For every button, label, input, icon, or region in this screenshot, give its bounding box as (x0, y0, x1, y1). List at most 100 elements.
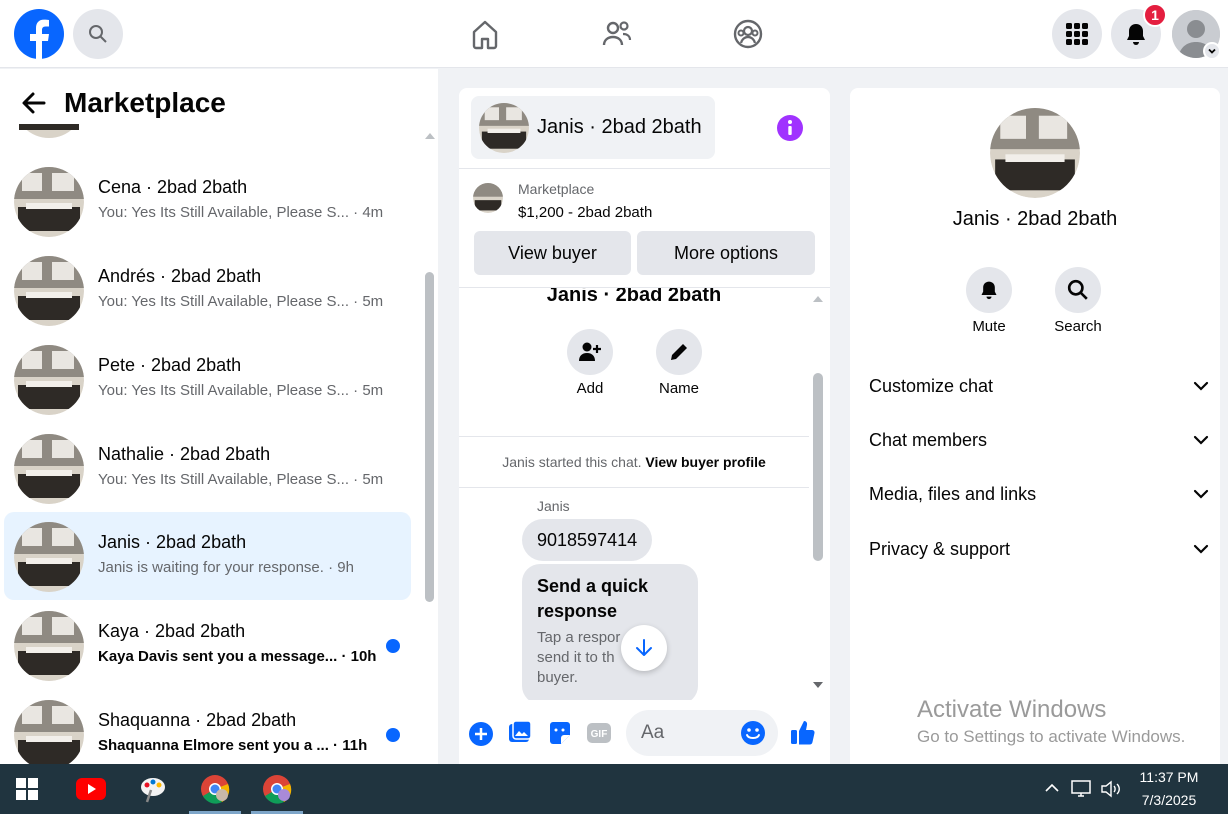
svg-text:GIF: GIF (591, 729, 608, 740)
conversation-preview: Janis is waiting for your response. · 9h (98, 559, 354, 576)
conversation-avatar (14, 434, 84, 504)
section-label: Privacy & support (869, 538, 1011, 559)
plus-circle-icon[interactable] (468, 721, 494, 747)
conversation-item[interactable]: Cena · 2bad 2bath You: Yes Its Still Avai… (4, 157, 411, 245)
search-button[interactable] (73, 9, 123, 59)
conversation-details-panel: Janis · 2bad 2bath Mute Search Customize… (850, 88, 1220, 764)
facebook-logo-icon[interactable] (14, 9, 64, 59)
taskbar-time[interactable]: 11:37 PM (1138, 769, 1200, 785)
quick-response-title: Send a quick response (537, 576, 649, 621)
quick-response-body: Tap a respor send it to th buyer. (537, 629, 621, 686)
notification-badge: 1 (1143, 3, 1167, 27)
details-section-row[interactable]: Chat members (869, 425, 1209, 455)
emoji-icon[interactable] (740, 720, 766, 746)
chevron-up-icon[interactable] (1044, 782, 1060, 794)
conversation-avatar (14, 700, 84, 764)
sticker-icon[interactable] (547, 720, 573, 746)
message-bubble[interactable]: 9018597414 (522, 519, 653, 561)
network-icon[interactable] (1071, 779, 1093, 799)
quick-response-card[interactable]: Send a quick response Tap a respor send … (522, 564, 698, 700)
friends-nav-button[interactable] (599, 16, 635, 52)
info-icon[interactable] (777, 115, 803, 141)
chrome-taskbar-app-1[interactable] (199, 773, 231, 805)
conversation-item[interactable]: Janis · 2bad 2bath Janis is waiting for y… (4, 512, 411, 600)
chat-scroll-down-icon[interactable] (812, 680, 824, 690)
start-button[interactable] (11, 773, 43, 805)
paint-app-icon (141, 778, 165, 803)
conversation-name: Nathalie · 2bad 2bath (98, 444, 271, 464)
more-options-button[interactable]: More options (637, 231, 815, 275)
account-menu-chevron[interactable] (1203, 42, 1221, 60)
gif-icon[interactable]: GIF (586, 721, 612, 745)
chat-started-notice: Janis started this chat. View buyer prof… (459, 454, 809, 470)
view-buyer-profile-link[interactable]: View buyer profile (645, 454, 765, 470)
friends-icon (602, 21, 632, 46)
name-chat-button[interactable] (656, 329, 702, 375)
bell-icon (981, 281, 997, 300)
conversation-item[interactable]: Pete · 2bad 2bath You: Yes Its Still Avai… (4, 335, 411, 423)
chat-started-text: Janis started this chat. (502, 454, 642, 470)
conversation-preview: Shaquanna Elmore sent you a ... · 11h (98, 737, 368, 754)
chevron-down-icon (1193, 435, 1209, 445)
windows-logo-icon (16, 778, 38, 800)
unread-indicator (386, 728, 400, 742)
chevron-down-icon (1193, 489, 1209, 499)
divider (459, 436, 809, 437)
details-section-row[interactable]: Privacy & support (869, 534, 1209, 564)
chat-group-name: Janis · 2bad 2bath (546, 288, 722, 306)
profile-name: Janis · 2bad 2bath (952, 208, 1118, 230)
chat-header-button[interactable]: Janis · 2bad 2bath (471, 96, 715, 159)
groups-nav-button[interactable] (730, 16, 766, 52)
search-icon (89, 25, 107, 43)
photo-icon[interactable] (507, 720, 533, 746)
chevron-down-icon (1208, 48, 1216, 54)
chat-message-area: Janis · 2bad 2bath Add Name Janis starte… (459, 288, 830, 700)
conversation-name: Andrés · 2bad 2bath (98, 266, 262, 286)
grid-menu-icon (1066, 23, 1088, 45)
taskbar-date[interactable]: 7/3/2025 (1138, 792, 1200, 808)
chevron-down-icon (1193, 544, 1209, 554)
scroll-to-bottom-button[interactable] (621, 625, 667, 671)
conversation-item[interactable]: Shaquanna · 2bad 2bath Shaquanna Elmore s… (4, 690, 411, 764)
conversation-name: Shaquanna · 2bad 2bath (98, 710, 297, 730)
section-label: Chat members (869, 429, 988, 450)
scroll-up-arrow-icon[interactable] (424, 131, 436, 141)
activation-watermark-title: Activate Windows (917, 696, 1107, 723)
conversation-item[interactable]: Kaya · 2bad 2bath Kaya Davis sent you a m… (4, 601, 411, 689)
thumbs-up-icon[interactable] (789, 718, 817, 746)
menu-button[interactable] (1052, 9, 1102, 59)
search-conversation-button[interactable] (1055, 267, 1101, 313)
conversation-preview: You: Yes Its Still Available, Please S..… (98, 471, 384, 488)
back-arrow-icon[interactable] (20, 89, 48, 117)
view-buyer-button[interactable]: View buyer (474, 231, 631, 275)
name-label: Name (658, 380, 699, 397)
activation-watermark-subtitle: Go to Settings to activate Windows. (917, 727, 1186, 746)
conversation-item[interactable]: Andrés · 2bad 2bath You: Yes Its Still Av… (4, 246, 411, 334)
volume-icon[interactable] (1100, 779, 1122, 799)
chevron-down-icon (1193, 381, 1209, 391)
conversation-item[interactable]: Nathalie · 2bad 2bath You: Yes Its Still … (4, 424, 411, 512)
listing-thumbnail (473, 183, 503, 213)
conversation-avatar (14, 167, 84, 237)
chat-header-name: Janis · 2bad 2bath (537, 116, 702, 138)
top-navigation-bar: 1 (0, 0, 1228, 68)
windows-taskbar: 11:37 PM 7/3/2025 (0, 764, 1228, 814)
mute-button[interactable] (966, 267, 1012, 313)
sidebar-header: Marketplace (20, 87, 226, 119)
profile-avatar-large[interactable] (990, 108, 1080, 198)
conversation-name: Kaya · 2bad 2bath (98, 621, 246, 641)
section-label: Customize chat (869, 375, 994, 396)
home-nav-button[interactable] (467, 16, 503, 52)
chat-scroll-up-icon[interactable] (812, 294, 824, 304)
paint-taskbar-app[interactable] (137, 773, 169, 805)
chat-scrollbar-thumb[interactable] (813, 373, 823, 561)
details-section-row[interactable]: Media, files and links (869, 479, 1209, 509)
chrome-taskbar-app-2[interactable] (261, 773, 293, 805)
message-input[interactable]: Aa (626, 710, 778, 756)
sidebar-scrollbar-thumb[interactable] (425, 272, 434, 602)
unread-indicator (386, 639, 400, 653)
youtube-taskbar-app[interactable] (75, 773, 107, 805)
add-people-button[interactable] (567, 329, 613, 375)
section-label: Media, files and links (869, 483, 1037, 504)
details-section-row[interactable]: Customize chat (869, 371, 1209, 401)
